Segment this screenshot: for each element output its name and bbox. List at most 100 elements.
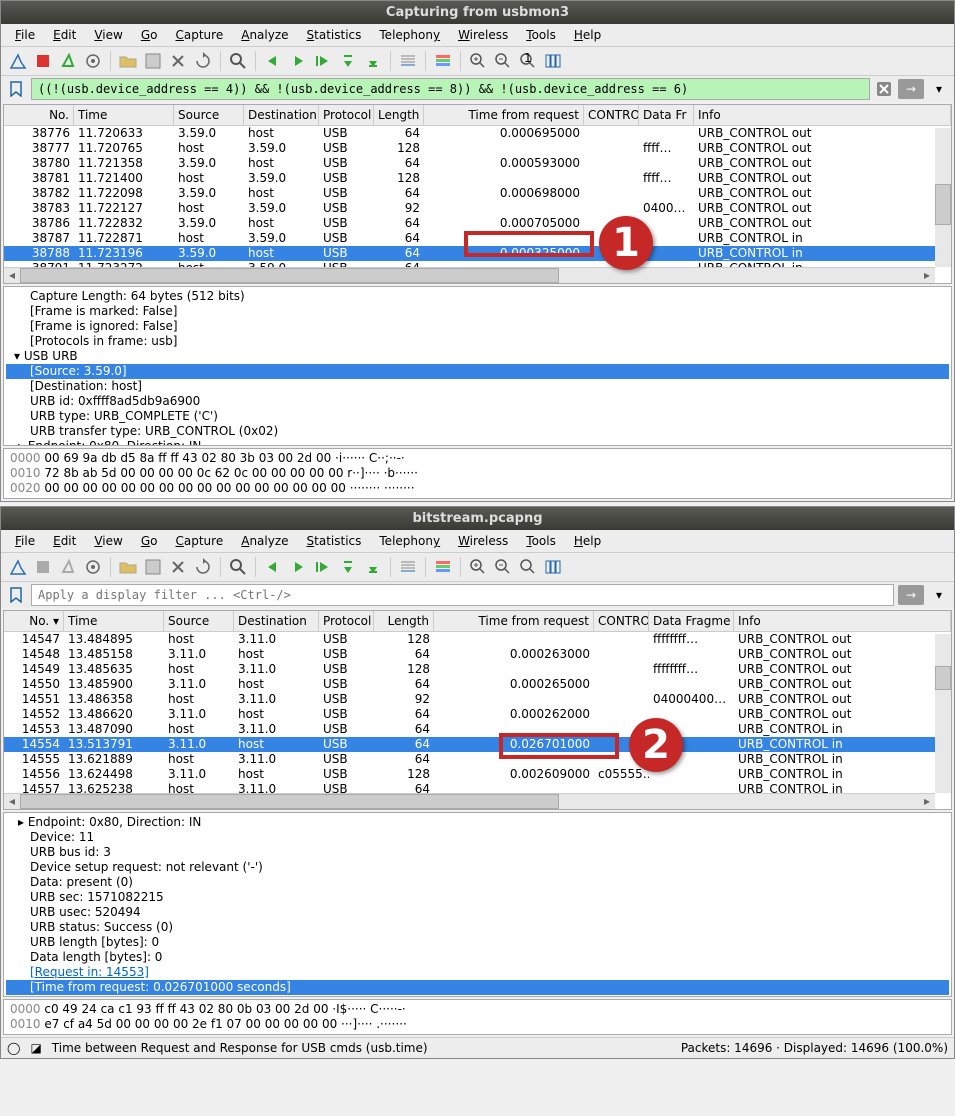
zoom-in-button[interactable] xyxy=(467,556,489,578)
menu-tools[interactable]: Tools xyxy=(518,532,564,550)
find-button[interactable] xyxy=(227,556,249,578)
apply-filter-button[interactable]: → xyxy=(898,79,924,99)
go-first-button[interactable] xyxy=(337,50,359,72)
shark-fin-icon[interactable] xyxy=(7,556,29,578)
table-row[interactable]: 1455513.621889host3.11.0USB64URB_CONTROL… xyxy=(4,752,951,767)
v-scrollbar[interactable] xyxy=(935,634,951,793)
go-forward-button[interactable] xyxy=(287,50,309,72)
zoom-in-button[interactable] xyxy=(467,50,489,72)
table-row[interactable]: 1454713.484895host3.11.0USB128ffffffff…U… xyxy=(4,632,951,647)
col-len[interactable]: Length xyxy=(374,105,424,125)
menu-telephony[interactable]: Telephony xyxy=(371,532,448,550)
table-row[interactable]: 3878311.722127host3.59.0USB920400…URB_CO… xyxy=(4,201,951,216)
menu-analyze[interactable]: Analyze xyxy=(233,532,296,550)
stop-capture-button[interactable] xyxy=(32,50,54,72)
table-row[interactable]: 3878011.7213583.59.0hostUSB640.000593000… xyxy=(4,156,951,171)
clear-filter-button[interactable] xyxy=(874,79,894,99)
col-ctrl[interactable]: CONTROL xyxy=(584,105,639,125)
capture-options-button[interactable] xyxy=(82,556,104,578)
detail-source[interactable]: [Source: 3.59.0] xyxy=(6,364,949,379)
table-row[interactable]: 1454813.4851583.11.0hostUSB640.000263000… xyxy=(4,647,951,662)
apply-filter-button[interactable]: → xyxy=(898,585,924,605)
detail-time-from-request[interactable]: [Time from request: 0.026701000 seconds] xyxy=(6,980,949,995)
bookmark-filter-icon[interactable] xyxy=(5,584,27,606)
reload-button[interactable] xyxy=(192,556,214,578)
expert-info-icon[interactable]: ◪ xyxy=(30,1041,41,1055)
col-proto[interactable]: Protocol xyxy=(319,611,374,631)
menu-telephony[interactable]: Telephony xyxy=(371,26,448,44)
save-button[interactable] xyxy=(142,556,164,578)
col-dest[interactable]: Destination xyxy=(234,611,319,631)
table-row[interactable]: 3877611.7206333.59.0hostUSB640.000695000… xyxy=(4,126,951,141)
menu-wireless[interactable]: Wireless xyxy=(450,532,516,550)
close-file-button[interactable] xyxy=(167,556,189,578)
menu-view[interactable]: View xyxy=(86,26,130,44)
h-scrollbar[interactable]: ◂▸ xyxy=(4,267,935,283)
col-time[interactable]: Time xyxy=(74,105,174,125)
packet-list-header[interactable]: No. Time Source Destination Protocol Len… xyxy=(4,105,951,126)
col-tfr[interactable]: Time from request xyxy=(434,611,594,631)
col-no[interactable]: No. xyxy=(4,105,74,125)
menu-statistics[interactable]: Statistics xyxy=(299,532,370,550)
resize-columns-button[interactable] xyxy=(542,50,564,72)
table-row[interactable]: 1455113.486358host3.11.0USB9204000400…UR… xyxy=(4,692,951,707)
table-row[interactable]: 1455313.487090host3.11.0USB64URB_CONTROL… xyxy=(4,722,951,737)
table-row[interactable]: 3877711.720765host3.59.0USB128ffff…URB_C… xyxy=(4,141,951,156)
menu-go[interactable]: Go xyxy=(133,532,166,550)
menu-wireless[interactable]: Wireless xyxy=(450,26,516,44)
col-tfr[interactable]: Time from request xyxy=(424,105,584,125)
col-no[interactable]: No. ▾ xyxy=(4,611,64,631)
table-row[interactable]: 1455013.4859003.11.0hostUSB640.000265000… xyxy=(4,677,951,692)
go-last-button[interactable] xyxy=(362,556,384,578)
col-proto[interactable]: Protocol xyxy=(319,105,374,125)
table-row[interactable]: 1455613.6244983.11.0hostUSB1280.00260900… xyxy=(4,767,951,782)
table-row[interactable]: 3878611.7228323.59.0hostUSB640.000705000… xyxy=(4,216,951,231)
zoom-reset-button[interactable]: 1 xyxy=(517,50,539,72)
menu-edit[interactable]: Edit xyxy=(45,26,84,44)
restart-capture-button[interactable] xyxy=(57,556,79,578)
go-back-button[interactable] xyxy=(262,556,284,578)
menu-file[interactable]: File xyxy=(7,26,43,44)
menu-help[interactable]: Help xyxy=(566,532,609,550)
auto-scroll-button[interactable] xyxy=(397,556,419,578)
restart-capture-button[interactable] xyxy=(57,50,79,72)
zoom-reset-button[interactable] xyxy=(517,556,539,578)
tree-endpoint[interactable]: ▸ Endpoint: 0x80, Direction: IN xyxy=(6,815,949,830)
col-source[interactable]: Source xyxy=(164,611,234,631)
reload-button[interactable] xyxy=(192,50,214,72)
table-row[interactable]: 3878211.7220983.59.0hostUSB640.000698000… xyxy=(4,186,951,201)
menu-analyze[interactable]: Analyze xyxy=(233,26,296,44)
menu-edit[interactable]: Edit xyxy=(45,532,84,550)
col-info[interactable]: Info xyxy=(734,611,951,631)
jump-to-button[interactable] xyxy=(312,556,334,578)
menu-tools[interactable]: Tools xyxy=(518,26,564,44)
close-file-button[interactable] xyxy=(167,50,189,72)
hex-view[interactable]: 0000 00 69 9a db d5 8a ff ff 43 02 80 3b… xyxy=(3,448,952,499)
col-df[interactable]: Data Fr xyxy=(639,105,694,125)
col-len[interactable]: Length xyxy=(374,611,434,631)
menu-capture[interactable]: Capture xyxy=(167,532,231,550)
capture-options-button[interactable] xyxy=(82,50,104,72)
menu-view[interactable]: View xyxy=(86,532,130,550)
colorize-button[interactable] xyxy=(432,556,454,578)
stop-capture-button[interactable] xyxy=(32,556,54,578)
packet-details[interactable]: ▸ Endpoint: 0x80, Direction: IN Device: … xyxy=(3,812,952,997)
col-dest[interactable]: Destination xyxy=(244,105,319,125)
table-row[interactable]: 1455413.5137913.11.0hostUSB640.026701000… xyxy=(4,737,951,752)
col-source[interactable]: Source xyxy=(174,105,244,125)
packet-details[interactable]: Capture Length: 64 bytes (512 bits) [Fra… xyxy=(3,286,952,446)
zoom-out-button[interactable] xyxy=(492,50,514,72)
detail-request-link[interactable]: [Request in: 14553] xyxy=(6,965,949,980)
display-filter-input[interactable] xyxy=(31,78,870,100)
colorize-button[interactable] xyxy=(432,50,454,72)
col-ctrl[interactable]: CONTROL xyxy=(594,611,649,631)
save-button[interactable] xyxy=(142,50,164,72)
go-first-button[interactable] xyxy=(337,556,359,578)
shark-fin-icon[interactable] xyxy=(7,50,29,72)
find-button[interactable] xyxy=(227,50,249,72)
col-df[interactable]: Data Fragme xyxy=(649,611,734,631)
packet-list-header[interactable]: No. ▾ Time Source Destination Protocol L… xyxy=(4,611,951,632)
table-row[interactable]: 3878111.721400host3.59.0USB128ffff…URB_C… xyxy=(4,171,951,186)
menu-help[interactable]: Help xyxy=(566,26,609,44)
filter-dropdown-button[interactable]: ▾ xyxy=(928,78,950,100)
